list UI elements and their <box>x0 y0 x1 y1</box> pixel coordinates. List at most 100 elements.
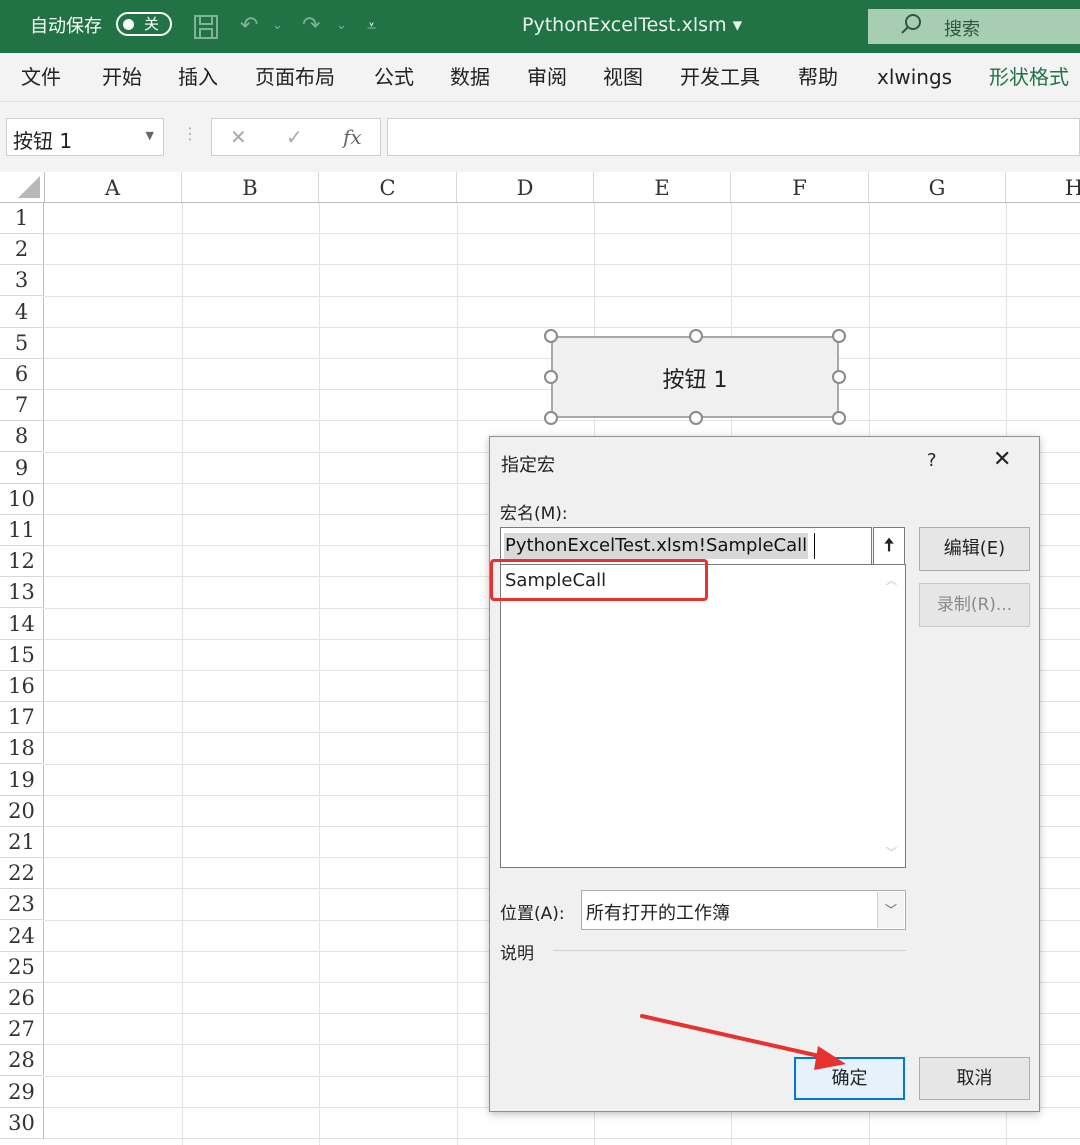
name-box-dropdown-icon[interactable]: ▼ <box>146 129 154 142</box>
name-box[interactable]: 按钮 1 ▼ <box>6 118 164 156</box>
macro-list-scrollbar[interactable]: ︿ ﹀ <box>880 566 904 866</box>
search-box[interactable]: 搜索 <box>868 9 1080 44</box>
formula-bar-grip-icon[interactable]: ⋮ <box>182 124 198 143</box>
row-header[interactable]: 27 <box>0 1014 44 1045</box>
confirm-entry-icon[interactable]: ✓ <box>286 125 303 149</box>
row-header[interactable]: 24 <box>0 921 44 952</box>
row-header[interactable]: 7 <box>0 390 44 421</box>
row-header[interactable]: 19 <box>0 765 44 796</box>
tab-formulas[interactable]: 公式 <box>374 53 414 101</box>
row-header[interactable]: 28 <box>0 1045 44 1076</box>
row-header[interactable]: 11 <box>0 515 44 546</box>
file-name[interactable]: PythonExcelTest.xlsm ▾ <box>522 0 742 50</box>
column-header-d[interactable]: D <box>457 172 594 202</box>
redo-icon[interactable]: ↷ <box>302 14 320 38</box>
row-header[interactable]: 5 <box>0 328 44 359</box>
chevron-down-icon[interactable]: ﹀ <box>877 892 904 928</box>
file-name-dropdown-icon: ▾ <box>732 14 743 36</box>
tab-view[interactable]: 视图 <box>603 53 643 101</box>
row-header[interactable]: 9 <box>0 453 44 484</box>
grid-line <box>44 1138 1080 1139</box>
row-header[interactable]: 14 <box>0 609 44 640</box>
column-header-f[interactable]: F <box>731 172 869 202</box>
column-headers: A B C D E F G H <box>0 172 1080 203</box>
tab-home[interactable]: 开始 <box>102 53 142 101</box>
macro-name-value: PythonExcelTest.xlsm!SampleCall <box>504 533 809 559</box>
row-header[interactable]: 20 <box>0 796 44 827</box>
help-icon[interactable]: ? <box>927 450 937 471</box>
autosave-toggle[interactable]: 关 <box>116 12 172 36</box>
resize-handle[interactable] <box>544 370 558 384</box>
tab-xlwings[interactable]: xlwings <box>877 53 952 101</box>
undo-dropdown-icon[interactable]: ⌄ <box>272 14 283 38</box>
row-header[interactable]: 22 <box>0 858 44 889</box>
undo-icon[interactable]: ↶ <box>240 14 258 38</box>
resize-handle[interactable] <box>832 370 846 384</box>
row-header[interactable]: 8 <box>0 421 44 452</box>
grid-line <box>457 203 458 1145</box>
grid-line <box>44 327 1080 328</box>
row-header[interactable]: 17 <box>0 702 44 733</box>
resize-handle[interactable] <box>832 411 846 425</box>
row-header[interactable]: 10 <box>0 484 44 515</box>
formula-input[interactable] <box>387 118 1080 156</box>
form-button-shape[interactable]: 按钮 1 <box>551 336 839 418</box>
insert-function-icon[interactable]: fx <box>343 125 362 149</box>
scroll-down-icon[interactable]: ﹀ <box>886 844 897 860</box>
tab-review[interactable]: 审阅 <box>527 53 567 101</box>
record-button[interactable]: 录制(R)... <box>919 583 1030 627</box>
search-icon <box>900 12 924 42</box>
resize-handle[interactable] <box>689 329 703 343</box>
customize-toolbar-icon[interactable]: ⩡ <box>367 14 376 38</box>
select-all-corner[interactable] <box>0 172 45 202</box>
macro-list[interactable]: SampleCall ︿ ﹀ <box>500 564 906 868</box>
row-header[interactable]: 16 <box>0 671 44 702</box>
edit-button[interactable]: 编辑(E) <box>919 527 1030 571</box>
tab-developer[interactable]: 开发工具 <box>680 53 760 101</box>
row-header[interactable]: 2 <box>0 234 44 265</box>
tab-data[interactable]: 数据 <box>450 53 490 101</box>
column-header-b[interactable]: B <box>182 172 319 202</box>
close-icon[interactable]: ✕ <box>993 447 1011 472</box>
tab-help[interactable]: 帮助 <box>798 53 838 101</box>
row-header[interactable]: 3 <box>0 265 44 296</box>
resize-handle[interactable] <box>544 329 558 343</box>
resize-handle[interactable] <box>832 329 846 343</box>
row-header[interactable]: 4 <box>0 297 44 328</box>
resize-handle[interactable] <box>689 411 703 425</box>
row-header[interactable]: 30 <box>0 1108 44 1139</box>
row-header[interactable]: 12 <box>0 546 44 577</box>
row-header[interactable]: 6 <box>0 359 44 390</box>
resize-handle[interactable] <box>544 411 558 425</box>
row-header[interactable]: 29 <box>0 1077 44 1108</box>
row-header[interactable]: 25 <box>0 952 44 983</box>
column-header-h[interactable]: H <box>1006 172 1080 202</box>
ribbon-tabs: 文件 开始 插入 页面布局 公式 数据 审阅 视图 开发工具 帮助 xlwing… <box>0 53 1080 102</box>
tab-file[interactable]: 文件 <box>21 53 61 101</box>
redo-dropdown-icon[interactable]: ⌄ <box>336 14 347 38</box>
row-header[interactable]: 21 <box>0 827 44 858</box>
cancel-entry-icon[interactable]: ✕ <box>230 125 247 149</box>
row-header[interactable]: 26 <box>0 983 44 1014</box>
collapse-dialog-icon[interactable]: 🠅 <box>873 527 905 565</box>
grid-line <box>44 264 1080 265</box>
scroll-up-icon[interactable]: ︿ <box>886 572 897 588</box>
row-header[interactable]: 13 <box>0 577 44 608</box>
cancel-button[interactable]: 取消 <box>919 1057 1030 1100</box>
tab-insert[interactable]: 插入 <box>178 53 218 101</box>
location-select[interactable]: 所有打开的工作簿 ﹀ <box>581 890 906 930</box>
text-cursor <box>814 533 815 559</box>
row-header[interactable]: 18 <box>0 733 44 764</box>
column-header-a[interactable]: A <box>44 172 182 202</box>
ok-button[interactable]: 确定 <box>794 1057 905 1100</box>
column-header-e[interactable]: E <box>594 172 731 202</box>
row-header[interactable]: 1 <box>0 203 44 234</box>
row-header[interactable]: 15 <box>0 640 44 671</box>
tab-shape-format[interactable]: 形状格式 <box>989 53 1069 101</box>
row-header[interactable]: 23 <box>0 889 44 920</box>
grid-line <box>319 203 320 1145</box>
save-icon[interactable] <box>193 14 219 46</box>
column-header-g[interactable]: G <box>869 172 1006 202</box>
tab-page-layout[interactable]: 页面布局 <box>255 53 335 101</box>
column-header-c[interactable]: C <box>319 172 457 202</box>
